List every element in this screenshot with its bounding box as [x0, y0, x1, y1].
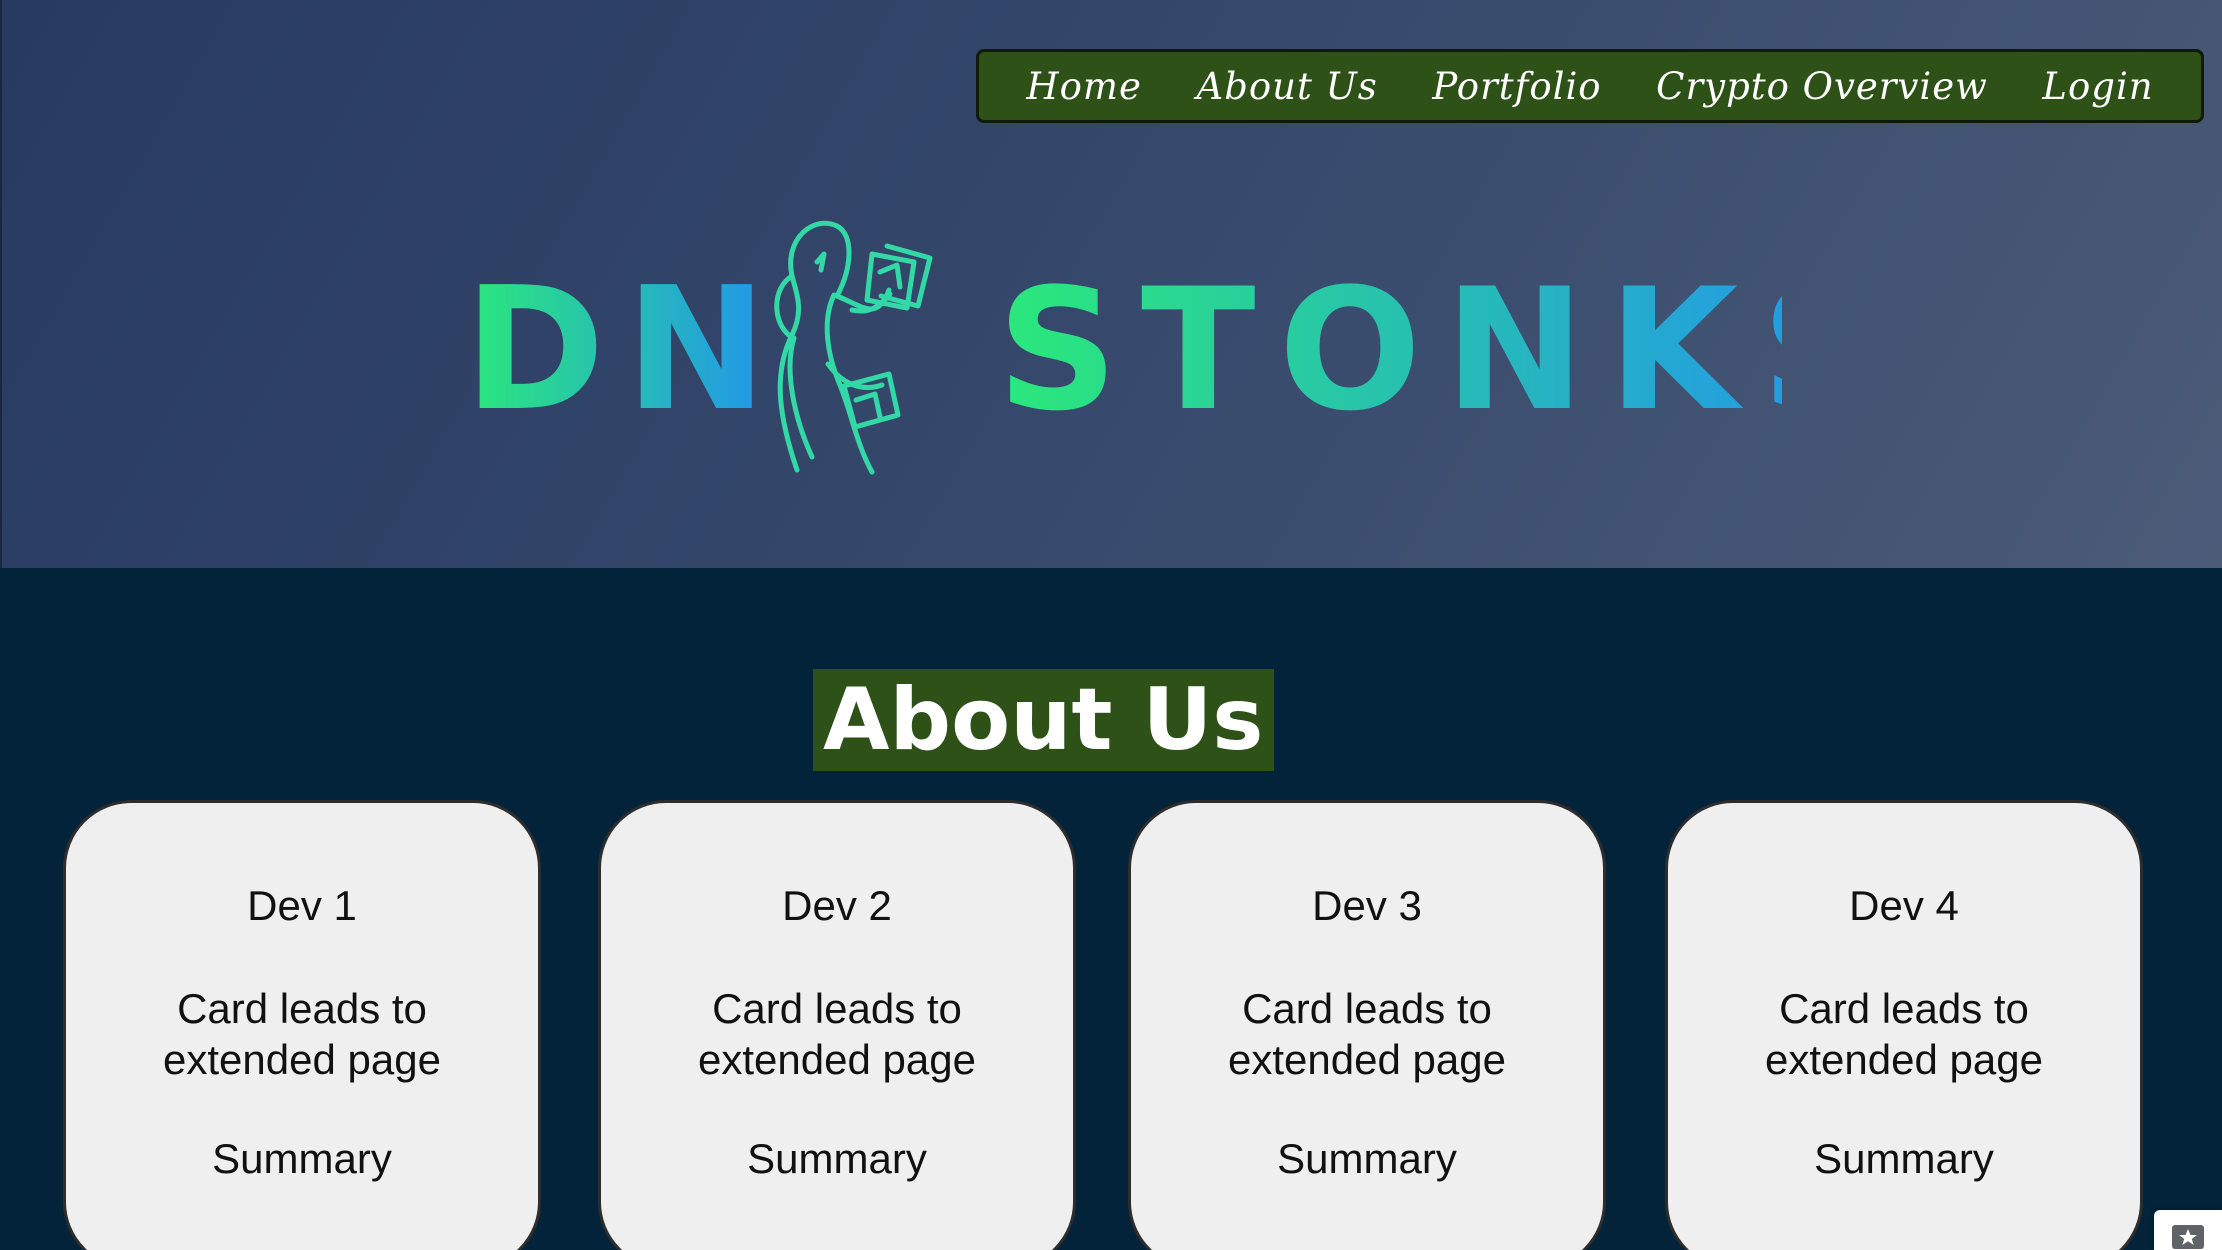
dev-card-1[interactable]: Dev 1 Card leads to extended page Summar…: [63, 800, 541, 1250]
dev-card-name: Dev 4: [1849, 882, 1959, 929]
dev-card-description-line: Card leads to: [712, 985, 962, 1032]
dev-card-3[interactable]: Dev 3 Card leads to extended page Summar…: [1128, 800, 1606, 1250]
dn-stonks-logo: DN STONKS: [464, 220, 1782, 475]
nav-home[interactable]: Home: [1026, 65, 1142, 108]
dev-card-description: Card leads to extended page: [1131, 983, 1603, 1085]
nav-portfolio[interactable]: Portfolio: [1432, 65, 1601, 108]
dev-card-description-line: extended page: [1228, 1036, 1506, 1083]
person-holding-cards-icon: [774, 220, 933, 475]
top-navigation: Home About Us Portfolio Crypto Overview …: [976, 49, 2204, 123]
dev-card-2[interactable]: Dev 2 Card leads to extended page Summar…: [598, 800, 1076, 1250]
dev-card-summary: Summary: [1814, 1135, 1994, 1182]
dev-card-summary: Summary: [212, 1135, 392, 1182]
dev-card-summary: Summary: [1277, 1135, 1457, 1182]
logo-dn-text: DN: [464, 251, 787, 449]
dev-card-4[interactable]: Dev 4 Card leads to extended page Summar…: [1665, 800, 2143, 1250]
dev-card-description-line: Card leads to: [177, 985, 427, 1032]
page: Home About Us Portfolio Crypto Overview …: [0, 0, 2222, 1250]
dev-card-name: Dev 1: [247, 882, 357, 929]
dev-card-description: Card leads to extended page: [1668, 983, 2140, 1085]
dev-card-name: Dev 3: [1312, 882, 1422, 929]
nav-about-us[interactable]: About Us: [1196, 65, 1377, 108]
dev-card-description-line: extended page: [163, 1036, 441, 1083]
explore-button[interactable]: [2154, 1210, 2222, 1250]
dev-card-description-line: extended page: [698, 1036, 976, 1083]
dev-card-description-line: extended page: [1765, 1036, 2043, 1083]
dev-card-name: Dev 2: [782, 882, 892, 929]
nav-crypto-overview[interactable]: Crypto Overview: [1656, 65, 1988, 108]
dev-card-description-line: Card leads to: [1779, 985, 2029, 1032]
dev-card-description-line: Card leads to: [1242, 985, 1492, 1032]
dev-card-description: Card leads to extended page: [66, 983, 538, 1085]
dev-card-description: Card leads to extended page: [601, 983, 1073, 1085]
about-us-title: About Us: [813, 668, 1274, 771]
about-us-section: About Us Dev 1 Card leads to extended pa…: [0, 568, 2222, 1250]
logo-stonks-text: STONKS: [997, 252, 1782, 448]
hero-banner: Home About Us Portfolio Crypto Overview …: [0, 0, 2222, 568]
dev-card-summary: Summary: [747, 1135, 927, 1182]
nav-login[interactable]: Login: [2042, 65, 2153, 108]
explore-icon: [2172, 1225, 2204, 1249]
